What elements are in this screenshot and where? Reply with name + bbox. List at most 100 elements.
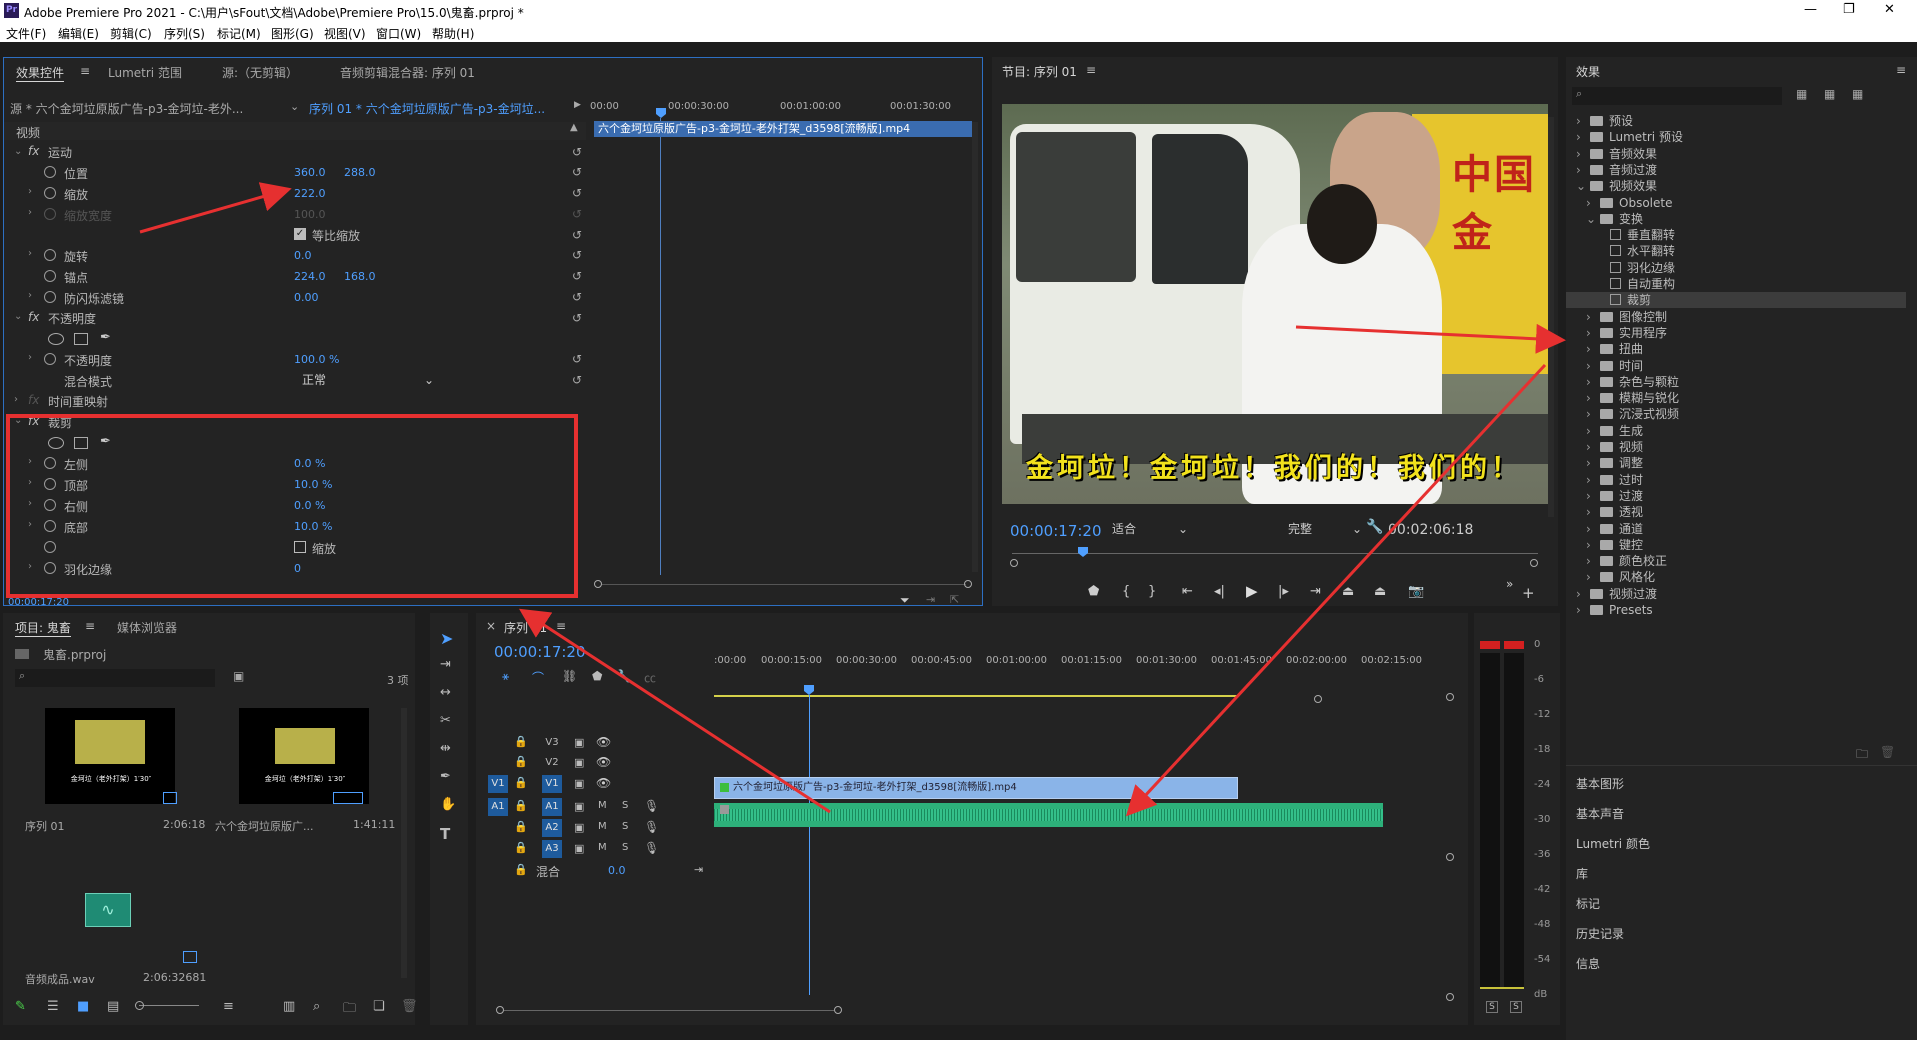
stopwatch-icon[interactable] bbox=[44, 249, 56, 261]
rotation-value[interactable]: 0.0 bbox=[294, 249, 312, 262]
stopwatch-icon[interactable] bbox=[44, 270, 56, 282]
sequence-clip-label[interactable]: 序列 01 * 六个金坷垃原版广告-p3-金坷垃... bbox=[309, 100, 545, 117]
ec-clip-bar[interactable]: 六个金坷垃原版广告-p3-金坷垃-老外打架_d3598[流畅版].mp4 bbox=[594, 121, 972, 137]
essential-sound-panel[interactable]: 基本声音 bbox=[1576, 805, 1624, 822]
chevron-right-icon[interactable]: › bbox=[1586, 521, 1600, 537]
insert-overwrite-icon[interactable]: ⚹ bbox=[502, 669, 509, 684]
32bit-effects-icon[interactable]: ▦ bbox=[1824, 87, 1835, 101]
blend-mode-select[interactable]: 正常 ⌄ bbox=[298, 371, 438, 389]
chevron-right-icon[interactable]: › bbox=[1576, 162, 1590, 178]
fit-select[interactable]: 适合 ⌄ bbox=[1112, 520, 1194, 538]
sort-icon[interactable]: ≡ bbox=[223, 999, 234, 1014]
reset-icon[interactable]: ↺ bbox=[572, 229, 584, 241]
chevron-right-icon[interactable]: › bbox=[1586, 195, 1600, 211]
panel-menu-icon[interactable]: ≡ bbox=[556, 619, 566, 633]
reset-icon[interactable]: ↺ bbox=[572, 374, 584, 386]
track-label[interactable]: A3 bbox=[542, 840, 562, 858]
selection-tool-icon[interactable]: ➤ bbox=[440, 629, 453, 648]
tab-media-browser[interactable]: 媒体浏览器 bbox=[117, 619, 177, 636]
zoom-handle-right[interactable] bbox=[964, 580, 972, 588]
effect-folder[interactable]: › 沉浸式视频 bbox=[1566, 406, 1906, 422]
program-timecode[interactable]: 00:00:17:20 bbox=[1010, 522, 1102, 540]
lift-icon[interactable]: ⏏ bbox=[1342, 584, 1354, 599]
zoom-handle-right[interactable] bbox=[834, 1006, 842, 1014]
sync-lock-icon[interactable]: ▣ bbox=[574, 777, 584, 790]
export-frame-icon[interactable]: 📷 bbox=[1408, 584, 1424, 599]
chevron-right-icon[interactable]: › bbox=[1586, 423, 1600, 439]
antiflicker-value[interactable]: 0.00 bbox=[294, 291, 319, 304]
effect-folder[interactable]: › Presets bbox=[1566, 602, 1906, 618]
libraries-panel[interactable]: 库 bbox=[1576, 865, 1588, 882]
captions-icon[interactable]: ㏄ bbox=[644, 669, 656, 686]
program-title[interactable]: 节目: 序列 01 bbox=[1002, 63, 1077, 80]
effect-folder[interactable]: ⌄ 视频效果 bbox=[1566, 178, 1906, 194]
lock-icon[interactable]: 🔒 bbox=[514, 841, 528, 854]
lock-icon[interactable]: 🔒 bbox=[514, 776, 528, 789]
panel-menu-icon[interactable]: ≡ bbox=[85, 619, 95, 633]
effect-folder[interactable]: › 音频过渡 bbox=[1566, 162, 1906, 178]
effect-folder[interactable]: › 风格化 bbox=[1566, 569, 1906, 585]
sync-lock-icon[interactable]: ▣ bbox=[574, 842, 584, 855]
uniform-scale-checkbox[interactable]: ✓ bbox=[294, 228, 306, 240]
accelerated-effects-icon[interactable]: ▦ bbox=[1796, 87, 1807, 101]
effect-folder[interactable]: › 视频 bbox=[1566, 439, 1906, 455]
zoom-slider[interactable] bbox=[139, 1005, 199, 1006]
v-zoom-handle[interactable] bbox=[1446, 693, 1454, 701]
position-y-value[interactable]: 288.0 bbox=[344, 166, 376, 179]
effect-folder[interactable]: › 调整 bbox=[1566, 455, 1906, 471]
essential-graphics-panel[interactable]: 基本图形 bbox=[1576, 775, 1624, 792]
timeline-playhead-handle[interactable] bbox=[804, 685, 814, 695]
tab-audio-mixer[interactable]: 音频剪辑混合器: 序列 01 bbox=[340, 64, 475, 81]
v-zoom-handle[interactable] bbox=[1446, 853, 1454, 861]
collapse-motion-icon[interactable]: ⌄ bbox=[14, 146, 22, 157]
effect-folder[interactable]: › 过渡 bbox=[1566, 488, 1906, 504]
zoom-handle-left[interactable] bbox=[496, 1006, 504, 1014]
mark-out-icon[interactable]: } bbox=[1148, 584, 1156, 599]
stopwatch-icon[interactable] bbox=[44, 166, 56, 178]
effect-folder[interactable]: › Lumetri 预设 bbox=[1566, 129, 1906, 145]
zoom-handle-top[interactable] bbox=[1314, 695, 1322, 703]
anchor-x-value[interactable]: 224.0 bbox=[294, 270, 326, 283]
effect-folder[interactable]: › 杂色与颗粒 bbox=[1566, 374, 1906, 390]
reset-icon[interactable]: ↺ bbox=[572, 291, 584, 303]
rectangle-mask-icon[interactable] bbox=[74, 333, 88, 345]
chevron-right-icon[interactable]: › bbox=[1576, 602, 1590, 618]
ellipse-mask-icon[interactable] bbox=[48, 333, 64, 345]
freeform-view-icon[interactable]: ▤ bbox=[107, 999, 119, 1014]
list-view-icon[interactable]: ☰ bbox=[47, 999, 59, 1014]
minimize-icon[interactable]: — bbox=[1804, 2, 1817, 17]
reset-icon[interactable]: ↺ bbox=[572, 166, 584, 178]
stopwatch-icon[interactable] bbox=[44, 187, 56, 199]
zoom-handle-left[interactable] bbox=[1010, 559, 1018, 567]
chevron-right-icon[interactable]: › bbox=[1576, 113, 1590, 129]
reset-icon[interactable]: ↺ bbox=[572, 270, 584, 282]
tab-sequence[interactable]: 序列 01 bbox=[504, 619, 547, 636]
effect-folder[interactable]: › Obsolete bbox=[1566, 195, 1906, 211]
menu-help[interactable]: 帮助(H) bbox=[432, 25, 474, 42]
solo-right-button[interactable]: S bbox=[1510, 1001, 1522, 1013]
track-label[interactable]: A1 bbox=[542, 798, 562, 816]
effect-folder[interactable]: › 视频过渡 bbox=[1566, 586, 1906, 602]
lumetri-color-panel[interactable]: Lumetri 颜色 bbox=[1576, 835, 1650, 852]
wrench-icon[interactable]: 🔧 bbox=[1366, 519, 1383, 535]
chevron-down-icon[interactable]: ⌄ bbox=[1586, 211, 1600, 227]
new-bin-icon[interactable]: 🗀 bbox=[1856, 745, 1868, 766]
project-search-input[interactable]: ⌕ bbox=[15, 669, 215, 687]
effect-folder[interactable]: › 通道 bbox=[1566, 521, 1906, 537]
effect-folder[interactable]: › 实用程序 bbox=[1566, 325, 1906, 341]
collapse-opacity-icon[interactable]: ⌄ bbox=[14, 311, 22, 322]
effect-folder[interactable]: › 扭曲 bbox=[1566, 341, 1906, 357]
source-patch-v1[interactable]: V1 bbox=[488, 775, 508, 793]
v-zoom-handle[interactable] bbox=[1446, 993, 1454, 1001]
track-label[interactable]: V1 bbox=[542, 775, 562, 793]
effect-item[interactable]: 水平翻转 bbox=[1566, 243, 1906, 259]
find-icon[interactable]: ▣ bbox=[233, 669, 244, 683]
solo-button[interactable]: S bbox=[622, 821, 628, 832]
expand-icon[interactable]: › bbox=[28, 352, 32, 363]
source-patch-a1[interactable]: A1 bbox=[488, 798, 508, 816]
chevron-right-icon[interactable]: › bbox=[1576, 129, 1590, 145]
ec-scrollbar[interactable] bbox=[972, 122, 978, 572]
add-marker-icon[interactable]: ⬟ bbox=[592, 669, 602, 683]
chevron-down-icon[interactable]: ⌄ bbox=[1576, 178, 1590, 194]
yuv-effects-icon[interactable]: ▦ bbox=[1852, 87, 1863, 101]
